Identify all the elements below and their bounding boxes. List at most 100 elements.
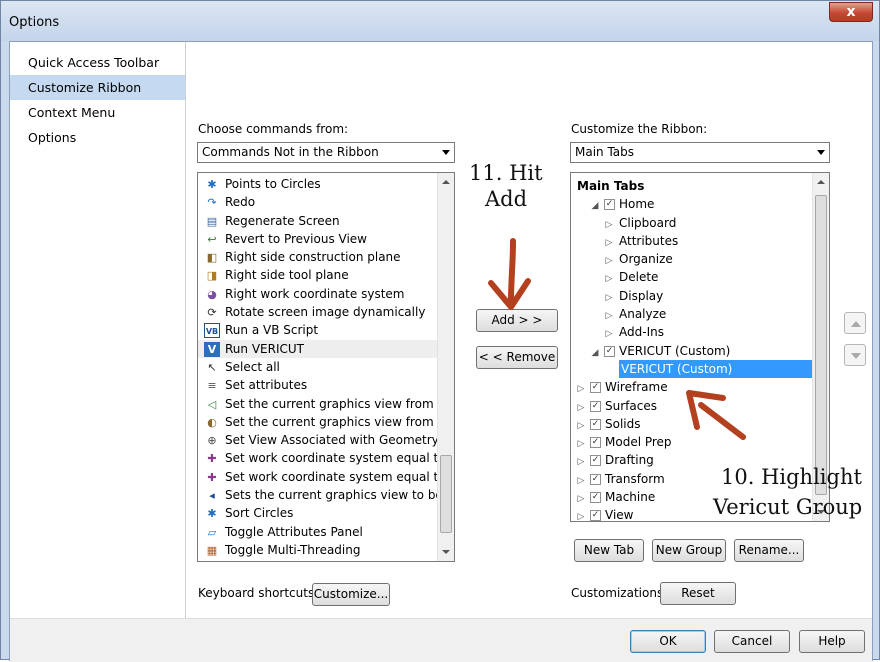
new-group-button[interactable]: New Group — [652, 539, 726, 562]
scroll-down-icon[interactable] — [442, 550, 450, 554]
tree-item[interactable]: ▷ ✓ Wireframe — [571, 378, 829, 396]
choose-commands-dropdown[interactable]: Commands Not in the Ribbon — [197, 142, 455, 163]
command-list-item[interactable]: VB Run a VB Script — [198, 321, 454, 339]
move-up-button[interactable] — [844, 312, 866, 334]
checkbox[interactable]: ✓ — [590, 418, 601, 430]
expand-icon[interactable]: ▷ — [603, 325, 615, 343]
collapse-icon[interactable]: ◢ — [589, 197, 601, 215]
move-down-button[interactable] — [844, 344, 866, 366]
command-list-item[interactable]: ▦ Toggle Multi-Threading — [198, 541, 454, 559]
expand-icon[interactable]: ▷ — [603, 270, 615, 288]
reset-button[interactable]: Reset — [660, 582, 736, 605]
command-list-item[interactable]: ▤ Regenerate Screen — [198, 212, 454, 230]
checkbox[interactable]: ✓ — [590, 400, 601, 412]
tree-item[interactable]: VERICUT (Custom) — [571, 359, 829, 378]
commands-list[interactable]: ✱ Points to Circles ↷ Redo ▤ Regenerate Scree… — [197, 172, 455, 562]
scroll-thumb[interactable] — [815, 195, 827, 495]
revert-view-icon: ↩ — [207, 232, 217, 246]
commands-list-scrollbar[interactable] — [437, 173, 454, 561]
add-button[interactable]: Add > > — [476, 309, 558, 332]
title-bar[interactable]: Options x — [1, 1, 879, 41]
tree-item[interactable]: ▷ ✓ Surfaces — [571, 397, 829, 415]
scroll-up-icon[interactable] — [442, 180, 450, 184]
expand-icon[interactable]: ▷ — [575, 453, 587, 471]
help-button[interactable]: Help — [799, 630, 865, 653]
command-list-item[interactable]: ▱ Toggle Attributes Panel — [198, 523, 454, 541]
expand-icon[interactable]: ▷ — [575, 399, 587, 417]
rename-button[interactable]: Rename... — [734, 539, 804, 562]
expand-icon[interactable]: ▷ — [603, 252, 615, 270]
command-list-item[interactable]: ◨ Right side tool plane — [198, 266, 454, 284]
command-list-item[interactable]: ↖ Select all — [198, 358, 454, 376]
checkbox[interactable]: ✓ — [604, 345, 615, 357]
scroll-thumb[interactable] — [440, 455, 452, 533]
expand-icon[interactable]: ▷ — [603, 289, 615, 307]
collapse-icon[interactable]: ◢ — [589, 344, 601, 362]
expand-icon[interactable]: ▷ — [603, 216, 615, 234]
tree-item-label: Model Prep — [605, 435, 672, 450]
remove-button[interactable]: < < Remove — [476, 346, 558, 369]
checkbox[interactable]: ✓ — [590, 473, 601, 485]
tree-item-label: Analyze — [619, 307, 667, 322]
nav-item-options[interactable]: Options — [10, 125, 185, 150]
nav-item-quick-access-toolbar[interactable]: Quick Access Toolbar — [10, 50, 185, 75]
expand-icon[interactable]: ▷ — [603, 234, 615, 252]
graphics-view-solid-icon: ◐ — [207, 415, 217, 429]
tree-item[interactable]: ▷ Attributes — [571, 232, 829, 250]
tree-item-label: Add-Ins — [619, 325, 664, 340]
expand-icon[interactable]: ▷ — [575, 435, 587, 453]
ok-button[interactable]: OK — [630, 630, 706, 653]
tree-item[interactable]: ▷ Organize — [571, 250, 829, 268]
command-list-item[interactable]: V Run VERICUT — [198, 339, 454, 358]
command-list-item[interactable]: ✱ Points to Circles — [198, 175, 454, 193]
command-list-item[interactable]: ≡ Set attributes — [198, 376, 454, 394]
command-list-item[interactable]: ↷ Redo — [198, 193, 454, 211]
nav-item-context-menu[interactable]: Context Menu — [10, 100, 185, 125]
cancel-button[interactable]: Cancel — [714, 630, 790, 653]
tree-item[interactable]: ▷ ✓ Solids — [571, 415, 829, 433]
expand-icon[interactable]: ▷ — [575, 508, 587, 521]
customize-ribbon-dropdown[interactable]: Main Tabs — [570, 142, 830, 163]
command-list-item[interactable]: ✚ Set work coordinate system equal to too… — [198, 468, 454, 486]
checkbox[interactable]: ✓ — [590, 437, 601, 449]
options-nav: Quick Access Toolbar Customize Ribbon Cont… — [10, 42, 186, 618]
expand-icon[interactable]: ▷ — [603, 307, 615, 325]
expand-icon[interactable]: ▷ — [575, 417, 587, 435]
nav-item-customize-ribbon[interactable]: Customize Ribbon — [10, 75, 185, 100]
command-list-item[interactable]: ◕ Right work coordinate system — [198, 285, 454, 303]
command-list-item[interactable]: ⟳ Rotate screen image dynamically — [198, 303, 454, 321]
command-list-item[interactable]: ◧ Right side construction plane — [198, 248, 454, 266]
expand-icon[interactable]: ▷ — [575, 490, 587, 508]
tree-item[interactable]: ▷ Delete — [571, 268, 829, 286]
tree-item[interactable]: ▷ Add-Ins — [571, 323, 829, 341]
close-button[interactable]: x — [829, 2, 873, 22]
tree-item[interactable]: ◢ ✓ VERICUT (Custom) — [571, 342, 829, 360]
checkbox[interactable]: ✓ — [590, 455, 601, 467]
tree-item-label: Surfaces — [605, 398, 657, 413]
command-label: Sort Circles — [225, 506, 294, 521]
checkbox[interactable]: ✓ — [590, 492, 601, 504]
checkbox[interactable]: ✓ — [590, 510, 601, 521]
command-list-item[interactable]: ✱ Sort Circles — [198, 504, 454, 522]
customize-shortcuts-button[interactable]: Customize... — [312, 583, 390, 606]
tree-item-label: VERICUT (Custom) — [619, 343, 731, 358]
scroll-up-icon[interactable] — [817, 180, 825, 184]
expand-icon[interactable]: ▷ — [575, 380, 587, 398]
command-list-item[interactable]: ✚ Set work coordinate system equal to con — [198, 449, 454, 467]
select-all-icon: ↖ — [207, 360, 217, 374]
tree-item[interactable]: ▷ Clipboard — [571, 214, 829, 232]
tree-item[interactable]: ▷ ✓ Model Prep — [571, 433, 829, 451]
tree-item[interactable]: ▷ Display — [571, 287, 829, 305]
tree-item-label: Clipboard — [619, 215, 677, 230]
command-list-item[interactable]: ◁ Set the current graphics view from a se… — [198, 395, 454, 413]
command-list-item[interactable]: ◐ Set the current graphics view from a so… — [198, 413, 454, 431]
checkbox[interactable]: ✓ — [604, 199, 615, 211]
command-list-item[interactable]: ◂ Sets the current graphics view to be no… — [198, 486, 454, 504]
tree-item[interactable]: ◢ ✓ Home — [571, 195, 829, 213]
checkbox[interactable]: ✓ — [590, 382, 601, 394]
new-tab-button[interactable]: New Tab — [574, 539, 644, 562]
command-list-item[interactable]: ⊕ Set View Associated with Geometry... — [198, 431, 454, 449]
expand-icon[interactable]: ▷ — [575, 472, 587, 490]
tree-item[interactable]: ▷ Analyze — [571, 305, 829, 323]
command-list-item[interactable]: ↩ Revert to Previous View — [198, 230, 454, 248]
